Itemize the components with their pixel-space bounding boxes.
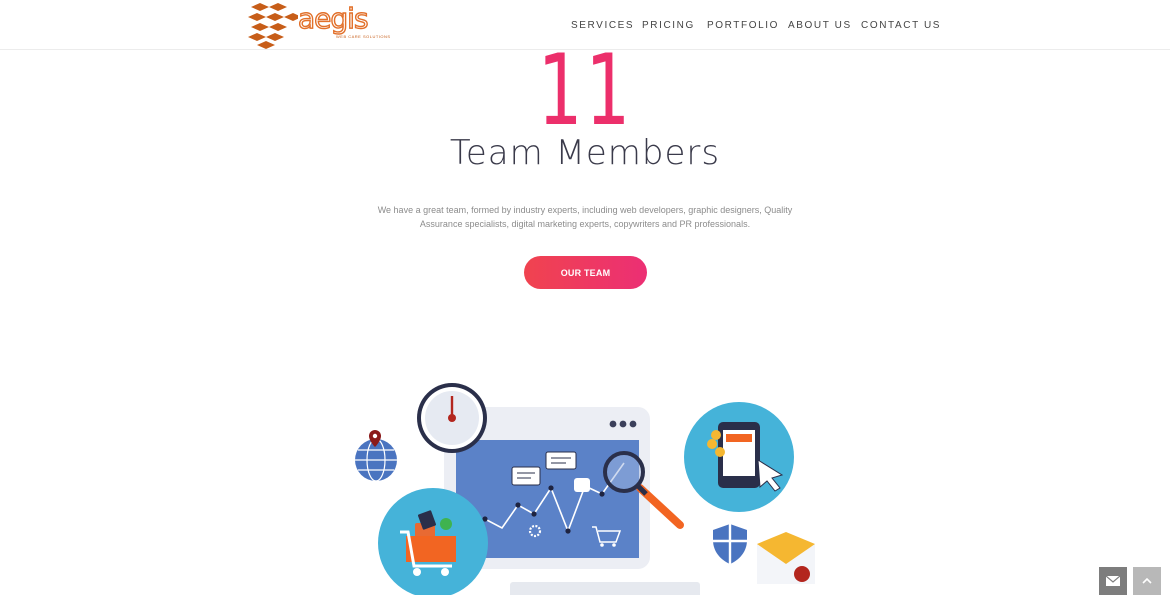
contact-mail-button[interactable]	[1099, 567, 1127, 595]
chevron-up-icon	[1142, 578, 1152, 584]
stat-description: We have a great team, formed by industry…	[377, 205, 793, 229]
speedometer-icon	[417, 383, 487, 453]
nav-pricing[interactable]: PRICING	[642, 20, 695, 31]
nav-services[interactable]: SERVICES	[571, 20, 634, 31]
nav-contact-us[interactable]: CONTACT US	[861, 20, 941, 31]
globe-icon	[355, 430, 397, 482]
nav-portfolio[interactable]: PORTFOLIO	[707, 20, 779, 31]
logo-wordmark: aegis	[297, 2, 369, 35]
digital-marketing-illustration	[355, 383, 815, 595]
stat-title: Team Members	[449, 133, 721, 173]
envelope-icon	[757, 532, 815, 584]
logo-tagline: WEB CARE SOLUTIONS	[336, 34, 391, 39]
logo[interactable]: aegis WEB CARE SOLUTIONS	[246, 1, 406, 49]
scroll-to-top-button[interactable]	[1133, 567, 1161, 595]
site-header: aegis WEB CARE SOLUTIONS SERVICES PRICIN…	[0, 0, 1170, 50]
logo-diamond-icon	[248, 3, 302, 49]
our-team-button[interactable]: OUR TEAM	[524, 256, 647, 289]
envelope-icon	[1106, 576, 1120, 586]
stat-number: 11	[0, 36, 1170, 146]
shield-icon	[713, 524, 747, 564]
stat-number-value: 11	[537, 34, 633, 148]
nav-about-us[interactable]: ABOUT US	[788, 20, 852, 31]
mobile-shopping-icon	[684, 402, 794, 512]
shopping-cart-icon	[378, 488, 488, 595]
